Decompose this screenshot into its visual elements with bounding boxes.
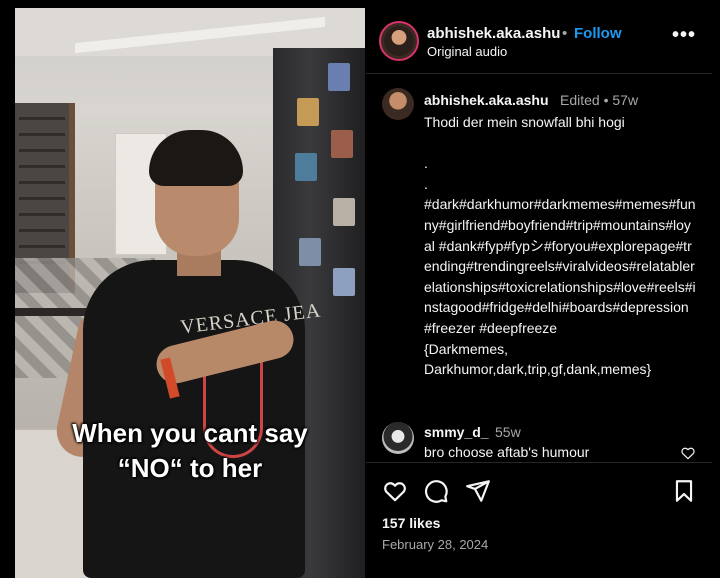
video-caption: When you cant say “NO“ to her: [15, 416, 365, 486]
author-avatar[interactable]: [379, 21, 419, 61]
likes-count[interactable]: 157 likes: [382, 515, 440, 531]
follow-button[interactable]: Follow: [574, 25, 622, 42]
header-username[interactable]: abhishek.aka.ashu: [427, 25, 560, 42]
share-icon[interactable]: [465, 478, 491, 504]
caption-line-2: “NO“ to her: [117, 453, 263, 483]
caption-edited-time: Edited • 57w: [560, 92, 639, 108]
post-modal: VERSACE JEA When you cant say “NO“ to he…: [0, 0, 720, 578]
caption-username[interactable]: abhishek.aka.ashu: [424, 92, 549, 108]
header-separator: •: [562, 25, 568, 42]
like-icon[interactable]: [382, 478, 408, 504]
comment-icon[interactable]: [423, 478, 449, 504]
post-date: February 28, 2024: [382, 537, 489, 552]
comment-text: bro choose aftab's humour: [424, 444, 590, 460]
actions-divider: [366, 462, 712, 463]
comment-username[interactable]: smmy_d_: [424, 424, 489, 440]
comment-like-icon[interactable]: [680, 445, 696, 461]
caption-author-avatar[interactable]: [382, 88, 414, 120]
reel-video[interactable]: VERSACE JEA When you cant say “NO“ to he…: [15, 8, 365, 578]
post-header: abhishek.aka.ashu • Follow Original audi…: [366, 8, 712, 74]
caption-text: Thodi der mein snowfall bhi hogi . . #da…: [424, 114, 696, 378]
post-details-panel: abhishek.aka.ashu • Follow Original audi…: [366, 8, 712, 578]
caption-line-1: When you cant say: [72, 418, 308, 448]
bookmark-icon[interactable]: [671, 478, 697, 504]
more-options-icon[interactable]: •••: [672, 24, 696, 47]
comment-time: 55w: [495, 424, 521, 440]
commenter-avatar[interactable]: [382, 422, 414, 454]
audio-label[interactable]: Original audio: [427, 44, 507, 59]
